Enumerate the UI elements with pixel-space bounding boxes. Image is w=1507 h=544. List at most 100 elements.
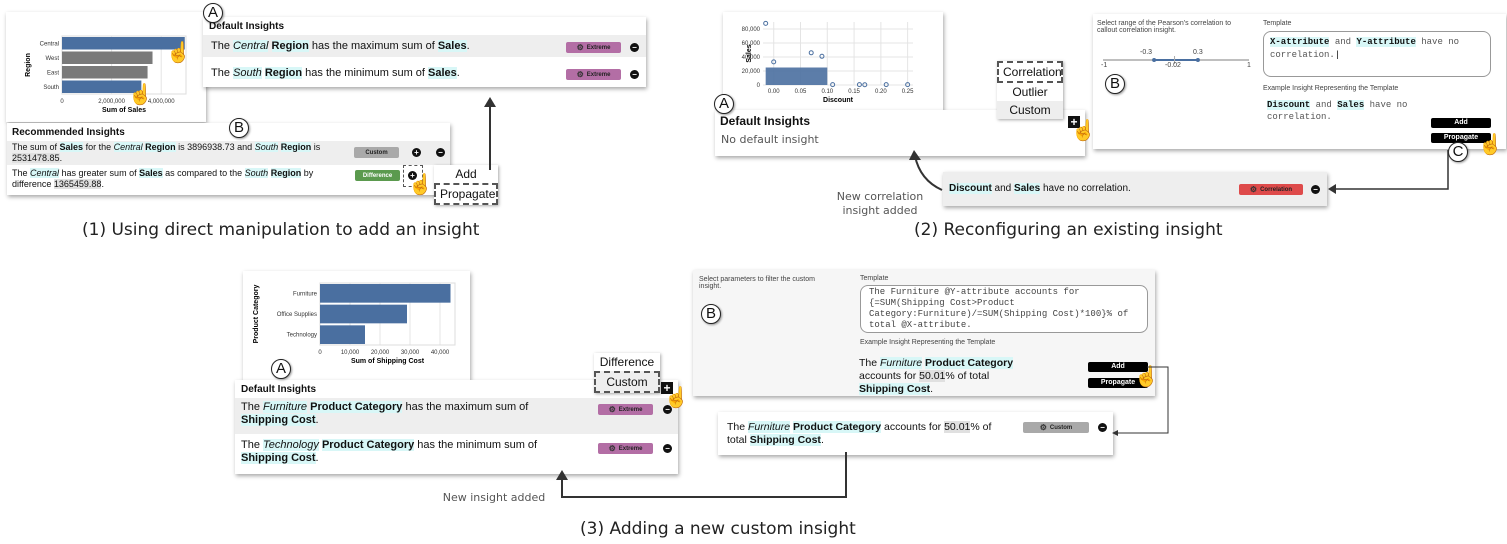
menu-item-correlation[interactable]: Correlation <box>997 61 1063 83</box>
panel1-caption: (1) Using direct manipulation to add an … <box>82 220 480 240</box>
add-button[interactable]: Add <box>1431 118 1491 128</box>
menu-item-propagate[interactable]: Propagate <box>434 183 498 205</box>
connector-arrows-panel2 <box>909 150 1449 194</box>
y-tick-label: South <box>43 85 59 91</box>
x-tick-label: 30,000 <box>401 350 420 356</box>
slider-min-label: -1 <box>1101 62 1108 69</box>
panel2-caption: (2) Reconfiguring an existing insight <box>914 220 1223 240</box>
pointer-hand-icon: ☝ <box>128 84 153 106</box>
x-tick-label: 0.10 <box>821 89 833 95</box>
y-axis-label: Product Category <box>253 285 260 344</box>
x-tick-label: 20,000 <box>371 350 390 356</box>
pointer-hand-icon: ☝ <box>408 174 433 196</box>
add-insight-icon[interactable]: + <box>412 148 421 157</box>
empty-insight-text: No default insight <box>721 133 819 146</box>
marker-b: B <box>229 118 249 138</box>
y-tick-label: West <box>45 56 59 62</box>
y-tick-label: Office Supplies <box>277 312 317 318</box>
x-tick-label: 10,000 <box>341 350 360 356</box>
x-tick-label: 0.20 <box>875 89 887 95</box>
panel3-caption: (3) Adding a new custom insight <box>580 519 856 539</box>
correlation-config-panel: Select range of the Pearson's correlatio… <box>1093 14 1506 149</box>
bar <box>320 325 365 344</box>
y-tick-label: Central <box>40 41 59 47</box>
gear-icon: ⚙ <box>576 43 584 52</box>
pointer-hand-icon: ☝ <box>1478 134 1503 156</box>
custom-badge[interactable]: Custom <box>354 147 399 158</box>
y-axis-label: Region <box>25 53 32 77</box>
slider-value-label: -0.02 <box>1165 62 1181 69</box>
slider-low-handle <box>1152 58 1157 62</box>
template-input[interactable]: X-attribute and Y-attribute have no corr… <box>1263 31 1491 77</box>
marker-a: A <box>714 94 734 114</box>
x-tick-label: 0.25 <box>902 89 914 95</box>
gear-icon: ⚙ <box>576 70 584 79</box>
bar <box>62 51 153 64</box>
x-tick-label: 0.05 <box>795 89 807 95</box>
range-label: Select range of the Pearson's correlatio… <box>1097 20 1232 34</box>
x-tick-label: 0.00 <box>768 89 780 95</box>
region-chart-card: 0 2,000,000 4,000,000 Central West East South S… <box>6 12 206 122</box>
slider-high-label: 0.3 <box>1193 49 1203 56</box>
x-tick-label: 0 <box>60 99 64 105</box>
example-insight: Discount and Sales have no correlation. <box>1267 100 1408 122</box>
discount-sales-scatter: 0.00 0.05 0.10 0.15 0.20 0.25020,00040,00060,… <box>742 20 914 104</box>
scatter-point <box>763 20 769 26</box>
correlation-range-slider[interactable] <box>1101 48 1251 74</box>
example-label: Example Insight Representing the Templat… <box>1263 85 1399 92</box>
scatter-point <box>808 50 814 56</box>
bar <box>320 304 407 324</box>
new-insight-note: New insight added <box>442 491 546 504</box>
template-input[interactable]: The Furniture @Y-attribute accounts for … <box>860 285 1148 333</box>
y-tick-label: 0 <box>757 83 761 89</box>
menu-item-custom[interactable]: Custom <box>997 101 1063 119</box>
x-axis-label: Discount <box>823 97 854 104</box>
y-axis-label: Sales <box>746 44 753 62</box>
y-tick-label: 80,000 <box>742 27 761 33</box>
y-tick-label: Technology <box>287 333 317 339</box>
x-axis-label: Sum of Shipping Cost <box>351 358 425 365</box>
x-tick-label: 0.15 <box>848 89 860 95</box>
example-label: Example Insight Representing the Templat… <box>860 339 996 346</box>
menu-item-outlier[interactable]: Outlier <box>997 83 1063 101</box>
y-tick-label: East <box>47 70 59 76</box>
marker-b: B <box>701 304 721 324</box>
recommended-insights-panel: Recommended Insights The sum of Sales fo… <box>7 123 450 195</box>
marker-b: B <box>1105 74 1125 94</box>
template-label: Template <box>1263 20 1292 27</box>
bar <box>320 284 451 303</box>
slider-max-label: 1 <box>1247 62 1251 69</box>
slider-low-label: -0.3 <box>1140 49 1153 56</box>
new-correlation-note: New correlation insight added <box>836 190 924 217</box>
x-axis-label: Sum of Sales <box>102 107 146 114</box>
marker-a: A <box>203 3 223 23</box>
y-tick-label: Furniture <box>293 291 318 297</box>
recommended-insights-title: Recommended Insights <box>12 127 125 138</box>
extreme-badge[interactable]: ⚙ Extreme <box>566 42 621 53</box>
scatter-chart-card: 0.00 0.05 0.10 0.15 0.20 0.25 0 20,000 40,000 60,… <box>723 12 943 112</box>
marker-a: A <box>271 359 291 379</box>
remove-insight-icon[interactable]: − <box>436 148 445 157</box>
connector-arrows-panel3 <box>556 366 1169 498</box>
default-insights-panel-1: Default Insights The Central Region has … <box>203 17 646 87</box>
region-sales-bar-chart: 0 2,000,000 4,000,000CentralWestEastSouthS… <box>25 35 187 114</box>
template-label: Template <box>860 275 889 282</box>
remove-insight-icon[interactable]: − <box>630 70 639 79</box>
extreme-badge[interactable]: ⚙ Extreme <box>566 69 621 80</box>
difference-badge[interactable]: Difference <box>355 170 400 181</box>
remove-insight-icon[interactable]: − <box>630 43 639 52</box>
default-insights-title: Default Insights <box>209 21 285 32</box>
dense-point-cluster <box>765 67 828 85</box>
y-tick-label: 20,000 <box>742 69 761 75</box>
slider-high-handle <box>1195 58 1200 62</box>
default-insights-title: Default Insights <box>720 114 811 128</box>
x-tick-label: 0 <box>318 350 322 356</box>
bar <box>62 66 148 79</box>
insight-type-menu: Correlation Outlier Custom <box>997 61 1063 119</box>
filter-label: Select parameters to filter the custom i… <box>699 276 815 290</box>
arrow-to-default-insights <box>484 97 496 170</box>
default-insights-title: Default Insights <box>241 384 317 395</box>
x-tick-label: 2,000,000 <box>98 99 125 105</box>
scatter-point <box>819 53 825 59</box>
x-tick-label: 40,000 <box>431 350 450 356</box>
